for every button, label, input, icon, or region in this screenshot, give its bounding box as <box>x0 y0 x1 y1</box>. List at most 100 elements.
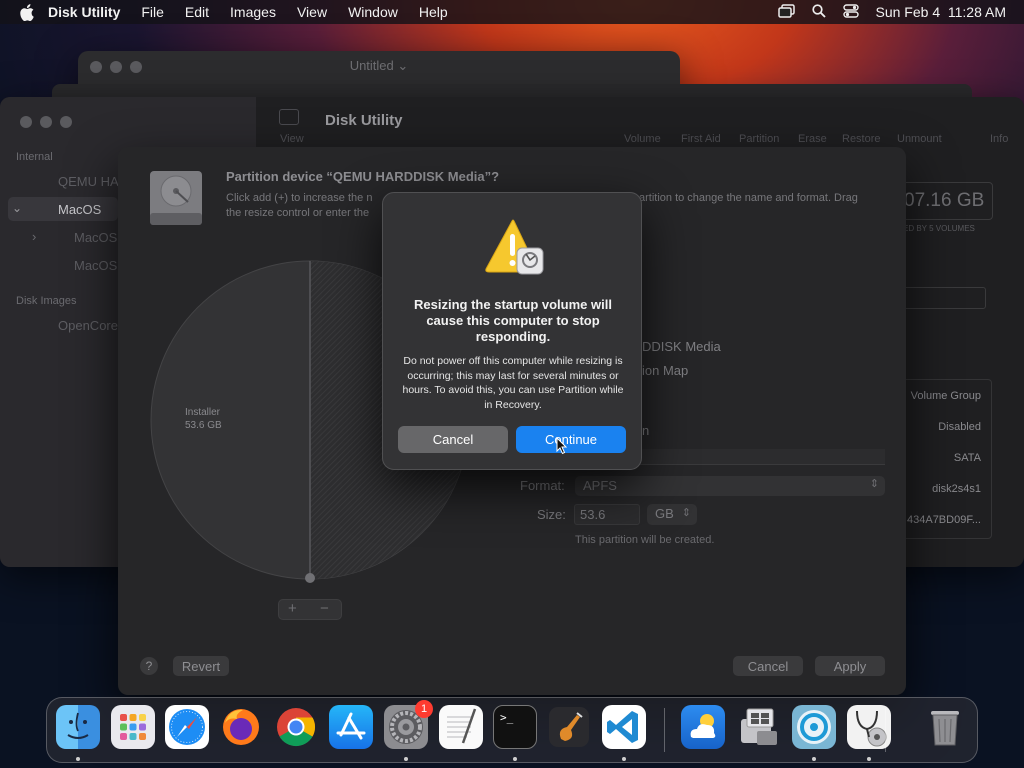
textedit-icon[interactable] <box>439 705 483 749</box>
vscode-running-dot <box>622 757 626 761</box>
vscode-icon[interactable] <box>602 705 646 749</box>
sidebar-item-qemu[interactable]: QEMU HA <box>58 174 119 189</box>
sheet-title: Partition device “QEMU HARDDISK Media”? <box>226 169 500 184</box>
partition-hint: This partition will be created. <box>575 534 715 546</box>
menu-help[interactable]: Help <box>419 4 448 20</box>
disclosure-right-icon[interactable]: › <box>32 229 36 244</box>
apple-menu-icon[interactable] <box>18 0 36 24</box>
usage-bar <box>893 287 986 309</box>
toolbar-first-aid[interactable]: First Aid <box>681 133 721 145</box>
format-select-value: APFS <box>583 478 617 493</box>
capacity-subtitle: ED BY 5 VOLUMES <box>903 224 975 233</box>
menu-images[interactable]: Images <box>230 4 276 20</box>
size-unit-select[interactable]: GB ⇕ <box>647 504 697 525</box>
format-label: Format: <box>520 478 565 493</box>
toolbar-unmount[interactable]: Unmount <box>897 133 942 145</box>
remove-partition-button[interactable]: − <box>320 600 329 617</box>
sidebar-item-macos-sub1[interactable]: MacOS <box>74 230 117 245</box>
hard-disk-icon <box>148 169 204 227</box>
sidebar-item-opencore[interactable]: OpenCore <box>58 318 118 333</box>
chevron-down-icon: ⌄ <box>397 58 409 73</box>
pie-label-size: 53.6 GB <box>185 420 222 431</box>
mouse-cursor-icon <box>556 437 568 455</box>
screen-mirroring-icon[interactable] <box>777 3 795 21</box>
menu-clock[interactable]: Sun Feb 4 11:28 AM <box>876 4 1007 20</box>
format-select[interactable]: APFS ⇕ <box>575 476 885 496</box>
settings-running-dot <box>404 757 408 761</box>
name-input[interactable] <box>638 449 885 465</box>
size-input[interactable]: 53.6 <box>574 504 640 525</box>
safari-icon[interactable] <box>165 705 209 749</box>
chrome-icon[interactable] <box>274 705 318 749</box>
control-center-icon[interactable] <box>842 3 859 21</box>
sidebar-header-disk-images: Disk Images <box>16 295 77 307</box>
finder-icon[interactable] <box>56 705 100 749</box>
close-button[interactable] <box>20 116 32 128</box>
size-input-value: 53.6 <box>580 507 606 522</box>
toolbar-restore[interactable]: Restore <box>842 133 881 145</box>
terminal-prompt: >_ <box>500 711 514 724</box>
menu-window[interactable]: Window <box>348 4 398 20</box>
add-partition-button[interactable]: + <box>288 600 297 617</box>
notification-badge: 1 <box>415 700 433 718</box>
dock: 1 >_ <box>46 697 978 763</box>
weather-icon[interactable] <box>681 705 725 749</box>
sidebar-toggle-icon[interactable] <box>279 109 299 125</box>
garageband-icon[interactable] <box>547 705 591 749</box>
trash-icon[interactable] <box>923 705 967 749</box>
window-title: Disk Utility <box>325 112 403 129</box>
zoom-button[interactable] <box>60 116 72 128</box>
toolbar-erase[interactable]: Erase <box>798 133 827 145</box>
size-unit-value: GB <box>655 506 674 521</box>
sheet-description-line1-end: artition to change the name and format. … <box>639 192 858 204</box>
background-window-edge <box>52 84 972 98</box>
sheet-cancel-button[interactable]: Cancel <box>733 656 803 676</box>
sidebar-item-macos[interactable]: MacOS <box>58 202 101 217</box>
alert-message: Do not power off this computer while res… <box>402 355 624 411</box>
partition-scheme-text: ion Map <box>642 363 689 378</box>
menu-bar: Disk Utility File Edit Images View Windo… <box>0 0 1024 24</box>
pie-label-installer: Installer <box>185 407 221 418</box>
info-row-3: SATA <box>953 452 981 464</box>
sheet-description-line1: Click add (+) to increase the n <box>226 192 373 204</box>
boot-camp-assistant-icon[interactable] <box>737 705 781 749</box>
updown-chevron-icon: ⇕ <box>869 478 879 490</box>
updown-chevron-icon: ⇕ <box>681 507 691 519</box>
help-button[interactable]: ? <box>140 657 158 675</box>
menu-edit[interactable]: Edit <box>185 4 209 20</box>
sheet-description-line2: the resize control or enter the <box>226 207 370 219</box>
menu-file[interactable]: File <box>141 4 164 20</box>
resize-handle[interactable] <box>305 573 315 583</box>
window-title: Untitled <box>349 58 394 73</box>
alert-cancel-button[interactable]: Cancel <box>398 426 508 453</box>
menu-app-name[interactable]: Disk Utility <box>48 4 120 20</box>
finder-running-dot <box>76 757 80 761</box>
app-store-icon[interactable] <box>329 705 373 749</box>
warning-icon <box>483 218 547 276</box>
firefox-icon[interactable] <box>219 705 263 749</box>
info-row-2: Disabled <box>938 421 981 433</box>
name-field-fragment: n <box>642 423 650 438</box>
launchpad-icon[interactable] <box>111 705 155 749</box>
device-name-text: DDISK Media <box>642 339 721 354</box>
apply-button[interactable]: Apply <box>815 656 885 676</box>
disk-image-app-icon[interactable] <box>792 705 836 749</box>
terminal-running-dot <box>513 757 517 761</box>
toolbar-view-label: View <box>280 133 304 145</box>
revert-button[interactable]: Revert <box>173 656 229 676</box>
minimize-button[interactable] <box>40 116 52 128</box>
sidebar-header-internal: Internal <box>16 151 53 163</box>
toolbar-partition[interactable]: Partition <box>739 133 779 145</box>
menu-view[interactable]: View <box>297 4 327 20</box>
disclosure-down-icon[interactable]: ⌄ <box>12 201 22 215</box>
disk-image-running-dot <box>812 757 816 761</box>
sidebar-item-macos-sub2[interactable]: MacOS <box>74 258 117 273</box>
search-icon[interactable] <box>811 3 826 21</box>
info-row-1: Volume Group <box>910 390 981 402</box>
continue-button[interactable]: Continue <box>516 426 626 453</box>
size-label: Size: <box>537 507 566 522</box>
toolbar-volume[interactable]: Volume <box>624 133 661 145</box>
terminal-icon[interactable]: >_ <box>493 705 537 749</box>
dock-separator <box>664 708 665 752</box>
toolbar-info[interactable]: Info <box>990 133 1008 145</box>
